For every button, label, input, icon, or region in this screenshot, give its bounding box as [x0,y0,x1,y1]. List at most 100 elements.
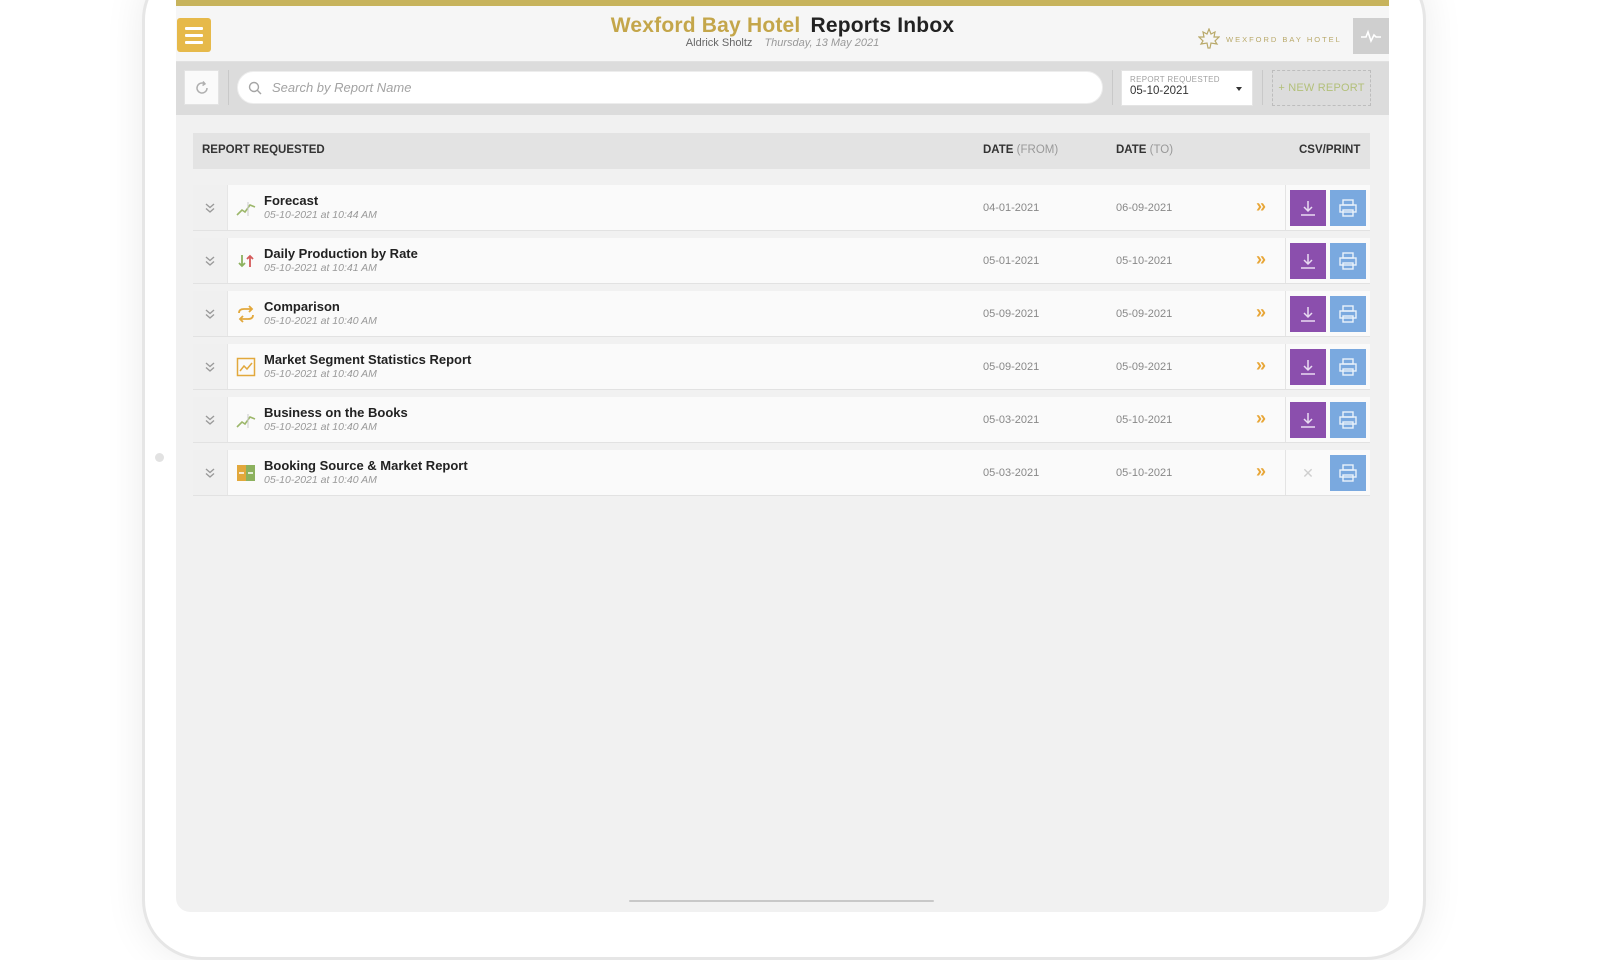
open-report-chevron-icon[interactable]: » [1256,196,1266,217]
report-requested-time: 05-10-2021 at 10:40 AM [264,474,377,486]
hotel-logo: WEXFORD BAY HOTEL [1198,28,1342,50]
printer-icon [1339,199,1357,217]
print-button[interactable] [1330,349,1366,385]
expand-row-button[interactable] [193,397,228,442]
printer-icon [1339,464,1357,482]
print-button[interactable] [1330,455,1366,491]
print-button[interactable] [1330,243,1366,279]
open-report-chevron-icon[interactable]: » [1256,408,1266,429]
maple-leaf-icon [1198,28,1220,49]
open-report-chevron-icon[interactable]: » [1256,249,1266,270]
date-from: 05-03-2021 [983,414,1040,426]
table-row[interactable]: Daily Production by Rate 05-10-2021 at 1… [193,238,1370,284]
double-chevron-down-icon [205,255,215,266]
column-date-from: DATE (FROM) [983,144,1059,156]
app-screen: Wexford Bay Hotel Reports Inbox Aldrick S… [176,0,1389,912]
double-chevron-down-icon [205,361,215,372]
table-row[interactable]: Comparison 05-10-2021 at 10:40 AM 05-09-… [193,291,1370,337]
double-chevron-down-icon [205,202,215,213]
csv-download-button[interactable] [1290,243,1326,279]
print-button[interactable] [1330,190,1366,226]
search-input[interactable] [270,79,1074,96]
report-name: Market Segment Statistics Report [264,352,472,367]
caret-down-icon [1236,87,1242,91]
refresh-button[interactable] [184,70,219,105]
printer-icon [1339,411,1357,429]
new-report-button[interactable]: + NEW REPORT [1272,70,1371,106]
csv-download-button[interactable] [1290,402,1326,438]
csv-download-button[interactable] [1290,296,1326,332]
download-icon [1301,413,1315,428]
up-down-arrows-icon [238,254,254,268]
open-report-chevron-icon[interactable]: » [1256,461,1266,482]
report-name: Comparison [264,299,340,314]
print-button[interactable] [1330,402,1366,438]
report-requested-time: 05-10-2021 at 10:40 AM [264,421,377,433]
report-name: Daily Production by Rate [264,246,418,261]
download-icon [1301,201,1315,216]
date-from: 05-09-2021 [983,361,1040,373]
report-name: Forecast [264,193,319,208]
report-requested-time: 05-10-2021 at 10:40 AM [264,368,377,380]
expand-row-button[interactable] [193,344,228,389]
csv-download-button[interactable] [1290,349,1326,385]
toolbar: REPORT REQUESTED 05-10-2021 + NEW REPORT [176,62,1389,115]
download-icon [1301,254,1315,269]
print-button[interactable] [1330,296,1366,332]
date-to: 06-09-2021 [1116,202,1173,214]
activity-button[interactable] [1353,18,1389,54]
table-row[interactable]: Forecast 05-10-2021 at 10:44 AM 04-01-20… [193,185,1370,231]
report-requested-date-select[interactable]: REPORT REQUESTED 05-10-2021 [1121,70,1253,106]
table-row[interactable]: Booking Source & Market Report 05-10-202… [193,450,1370,496]
user-name: Aldrick Sholtz [685,37,753,49]
current-date: Thursday, 13 May 2021 [764,37,880,49]
expand-row-button[interactable] [193,450,228,495]
hotel-name: Wexford Bay Hotel [610,14,801,37]
open-report-chevron-icon[interactable]: » [1256,355,1266,376]
open-report-chevron-icon[interactable]: » [1256,302,1266,323]
report-requested-time: 05-10-2021 at 10:44 AM [264,209,377,221]
csv-unavailable-icon: ✕ [1302,464,1314,481]
search-box [237,71,1103,104]
double-chevron-down-icon [205,308,215,319]
expand-row-button[interactable] [193,291,228,336]
divider [1262,70,1263,105]
table-row[interactable]: Market Segment Statistics Report 05-10-2… [193,344,1370,390]
double-chevron-down-icon [205,467,215,478]
date-to: 05-10-2021 [1116,414,1173,426]
column-csv-print: CSV/PRINT [1299,144,1361,156]
date-from: 05-09-2021 [983,308,1040,320]
table-header: REPORT REQUESTED DATE (FROM) DATE (TO) C… [193,133,1370,169]
expand-row-button[interactable] [193,238,228,283]
date-select-value: 05-10-2021 [1130,85,1189,97]
split-box-icon [237,465,255,481]
report-requested-time: 05-10-2021 at 10:41 AM [264,262,377,274]
download-icon [1301,307,1315,322]
date-from: 05-01-2021 [983,255,1040,267]
report-name: Business on the Books [264,405,408,420]
date-select-label: REPORT REQUESTED [1130,75,1220,84]
trend-line-icon [236,202,256,216]
printer-icon [1339,358,1357,376]
home-indicator [629,900,934,902]
report-name: Booking Source & Market Report [264,458,468,473]
column-date-to: DATE (TO) [1116,144,1174,156]
csv-download-button[interactable] [1290,190,1326,226]
swap-arrows-icon [238,305,254,323]
top-bar: Wexford Bay Hotel Reports Inbox Aldrick S… [176,0,1389,62]
pulse-icon [1361,29,1381,43]
search-icon [248,81,262,94]
date-from: 05-03-2021 [983,467,1040,479]
column-report-requested: REPORT REQUESTED [202,144,325,156]
table-row[interactable]: Business on the Books 05-10-2021 at 10:4… [193,397,1370,443]
line-chart-box-icon [236,357,256,377]
printer-icon [1339,305,1357,323]
camera-dot [155,453,164,462]
date-to: 05-09-2021 [1116,308,1173,320]
date-to: 05-10-2021 [1116,255,1173,267]
expand-row-button[interactable] [193,185,228,230]
date-from: 04-01-2021 [983,202,1040,214]
double-chevron-down-icon [205,414,215,425]
report-requested-time: 05-10-2021 at 10:40 AM [264,315,377,327]
divider [1112,70,1113,105]
